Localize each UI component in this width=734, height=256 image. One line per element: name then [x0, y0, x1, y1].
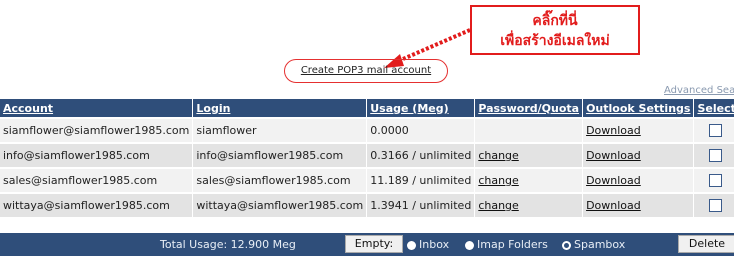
usage-cell: 0.0000 — [366, 117, 475, 143]
select-cell — [693, 142, 734, 168]
total-usage: Total Usage: 12.900 Meg — [160, 238, 296, 251]
table-footer: Total Usage: 12.900 Meg Empty: Inbox Ima… — [0, 233, 734, 256]
table-row: sales@siamflower1985.com sales@siamflowe… — [0, 167, 734, 193]
table-header-row: Account Login Usage (Meg) Password/Quota… — [0, 99, 734, 118]
change-password-link[interactable]: change — [478, 149, 518, 162]
change-password-link[interactable]: change — [478, 199, 518, 212]
outlook-cell: Download — [582, 117, 694, 143]
login-cell: info@siamflower1985.com — [192, 142, 367, 168]
outlook-cell: Download — [582, 142, 694, 168]
table-row: siamflower@siamflower1985.com siamflower… — [0, 117, 734, 143]
accounts-table: Account Login Usage (Meg) Password/Quota… — [0, 99, 734, 217]
account-cell: wittaya@siamflower1985.com — [0, 192, 193, 217]
select-checkbox[interactable] — [709, 199, 723, 213]
header-usage[interactable]: Usage (Meg) — [366, 99, 475, 118]
radio-icon[interactable] — [407, 240, 416, 250]
usage-cell: 1.3941 / unlimited — [366, 192, 475, 217]
change-password-link[interactable]: change — [478, 174, 518, 187]
header-account[interactable]: Account — [0, 99, 193, 118]
password-cell: change — [474, 192, 583, 217]
table-row: wittaya@siamflower1985.com wittaya@siamf… — [0, 192, 734, 217]
download-settings-link[interactable]: Download — [586, 149, 641, 162]
password-cell — [474, 117, 583, 143]
select-cell — [693, 117, 734, 143]
empty-option-inbox[interactable]: Inbox — [407, 238, 449, 251]
select-checkbox[interactable] — [709, 124, 723, 138]
usage-cell: 0.3166 / unlimited — [366, 142, 475, 168]
delete-button[interactable]: Delete — [678, 235, 734, 253]
select-checkbox[interactable] — [709, 174, 723, 188]
radio-icon[interactable] — [465, 240, 474, 250]
create-pop3-account-link[interactable]: Create POP3 mail account — [284, 59, 448, 83]
password-cell: change — [474, 142, 583, 168]
login-cell: siamflower — [192, 117, 367, 143]
outlook-cell: Download — [582, 167, 694, 193]
download-settings-link[interactable]: Download — [586, 124, 641, 137]
radio-selected-icon[interactable] — [562, 240, 571, 250]
outlook-cell: Download — [582, 192, 694, 217]
usage-cell: 11.189 / unlimited — [366, 167, 475, 193]
empty-button[interactable]: Empty: — [345, 235, 403, 253]
account-cell: siamflower@siamflower1985.com — [0, 117, 193, 143]
login-cell: sales@siamflower1985.com — [192, 167, 367, 193]
login-cell: wittaya@siamflower1985.com — [192, 192, 367, 217]
empty-option-imap-folders[interactable]: Imap Folders — [465, 238, 548, 251]
table-row: info@siamflower1985.com info@siamflower1… — [0, 142, 734, 168]
select-cell — [693, 167, 734, 193]
password-cell: change — [474, 167, 583, 193]
empty-option-spambox[interactable]: Spambox — [562, 238, 625, 251]
account-cell: sales@siamflower1985.com — [0, 167, 193, 193]
header-password-quota[interactable]: Password/Quota — [474, 99, 583, 118]
advanced-search-link[interactable]: Advanced Search — [664, 85, 734, 96]
download-settings-link[interactable]: Download — [586, 199, 641, 212]
account-cell: info@siamflower1985.com — [0, 142, 193, 168]
select-checkbox[interactable] — [709, 149, 723, 163]
download-settings-link[interactable]: Download — [586, 174, 641, 187]
header-outlook-settings[interactable]: Outlook Settings — [582, 99, 694, 118]
header-login[interactable]: Login — [192, 99, 367, 118]
header-select[interactable]: Select — [693, 99, 734, 118]
select-cell — [693, 192, 734, 217]
